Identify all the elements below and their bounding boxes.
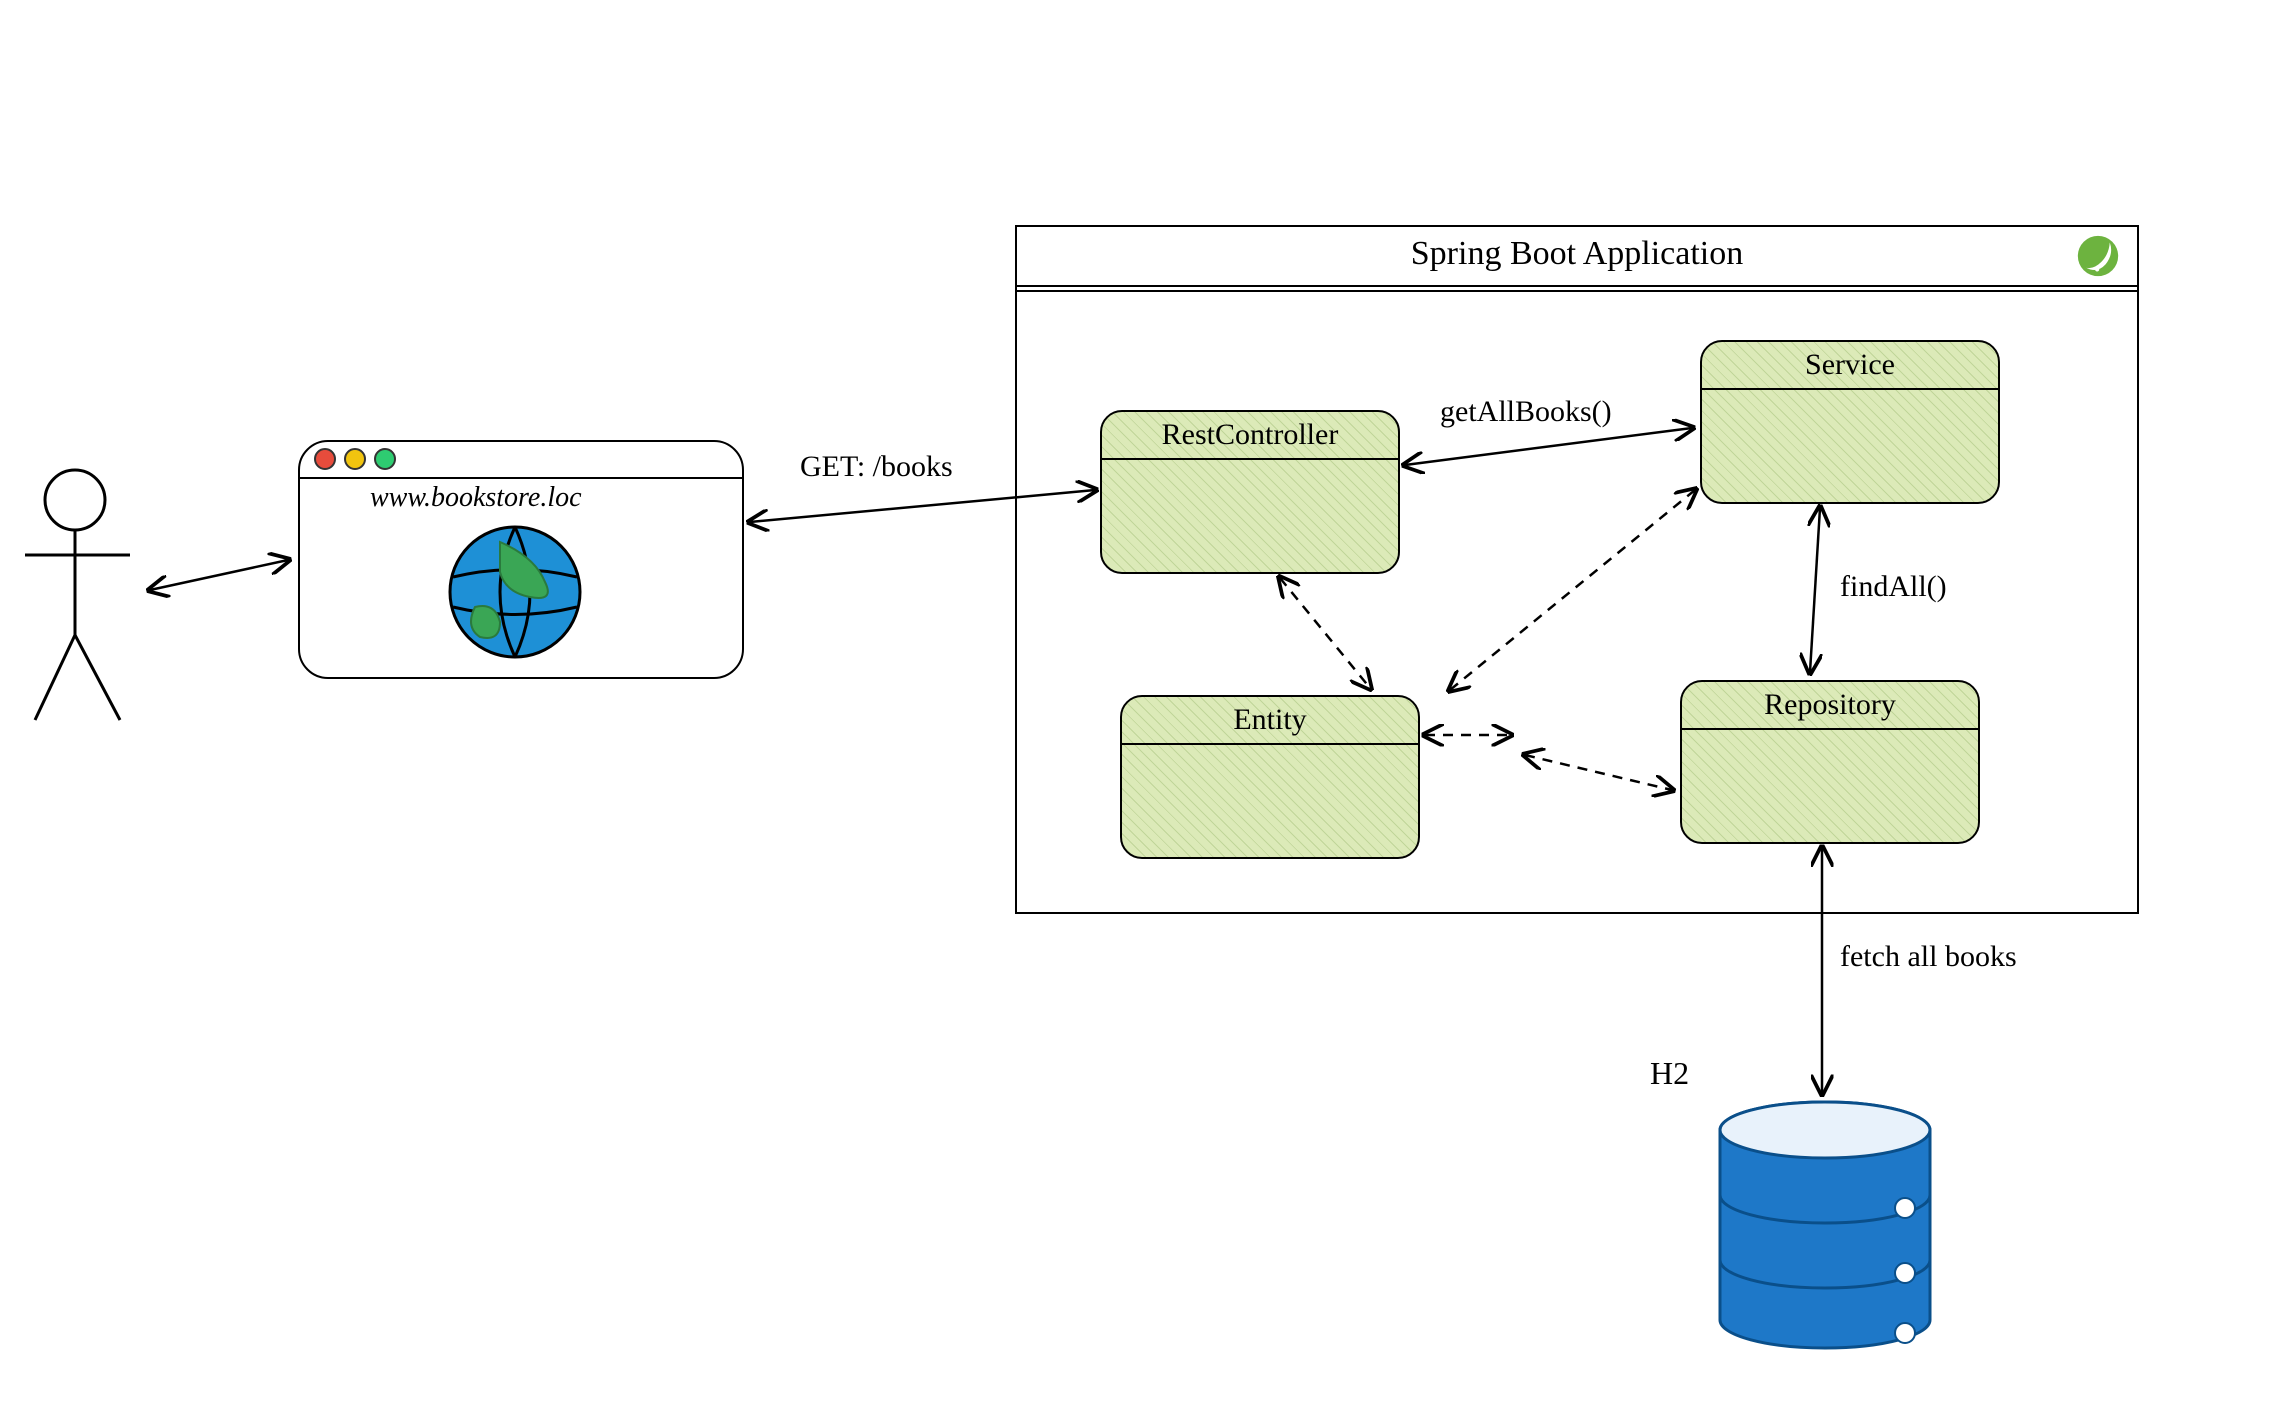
get-all-books-label: getAllBooks() — [1440, 395, 1612, 429]
find-all-label: findAll() — [1840, 570, 1947, 604]
component-label: Entity — [1122, 697, 1418, 745]
architecture-diagram: www.bookstore.loc Spring Boot Applicatio… — [0, 0, 2292, 1420]
fetch-all-books-label: fetch all books — [1840, 940, 2017, 974]
component-label: Repository — [1682, 682, 1978, 730]
component-label: Service — [1702, 342, 1998, 390]
http-request-label: GET: /books — [800, 450, 953, 484]
component-label: RestController — [1102, 412, 1398, 460]
database-label: H2 — [1650, 1055, 1689, 1092]
